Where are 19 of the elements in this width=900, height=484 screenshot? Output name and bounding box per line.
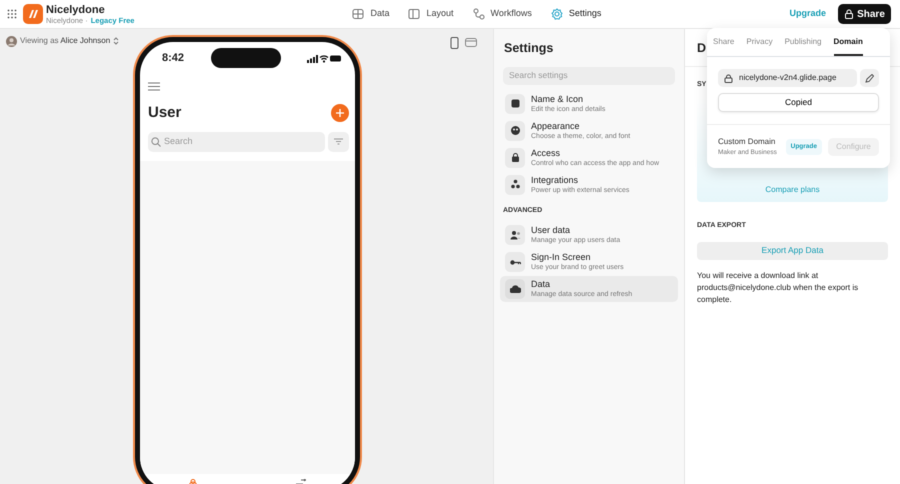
nav-tab[interactable]: Data	[352, 7, 390, 21]
panel-title: Settings	[503, 40, 554, 57]
nav-tab[interactable]: Workflows	[472, 7, 532, 21]
popover-tab[interactable]: Share	[713, 31, 734, 56]
nav-tab[interactable]: Settings	[550, 7, 602, 21]
popover-tab[interactable]: Publishing	[784, 31, 822, 56]
app-name: Nicelydone	[46, 4, 106, 16]
copied-button[interactable]: Copied	[718, 93, 879, 112]
share-button[interactable]: Share	[838, 4, 891, 24]
status-time: 8:42	[162, 50, 184, 66]
panel-title: D	[697, 41, 706, 55]
screen-title: User	[148, 103, 182, 123]
domain-field[interactable]: nicelydone-v2n4.glide.page	[718, 69, 857, 87]
export-note: You will receive a download link at products@nicelydone.club when the export is complete.	[697, 270, 860, 306]
viewing-as-selector[interactable]: Viewing as Alice Johnson	[20, 35, 110, 47]
nav-tab[interactable]: Layout	[408, 7, 454, 21]
custom-domain-label: Custom Domain	[718, 136, 776, 148]
popover-tab[interactable]: Privacy	[746, 31, 773, 56]
popover-tab[interactable]: Domain	[834, 31, 863, 56]
